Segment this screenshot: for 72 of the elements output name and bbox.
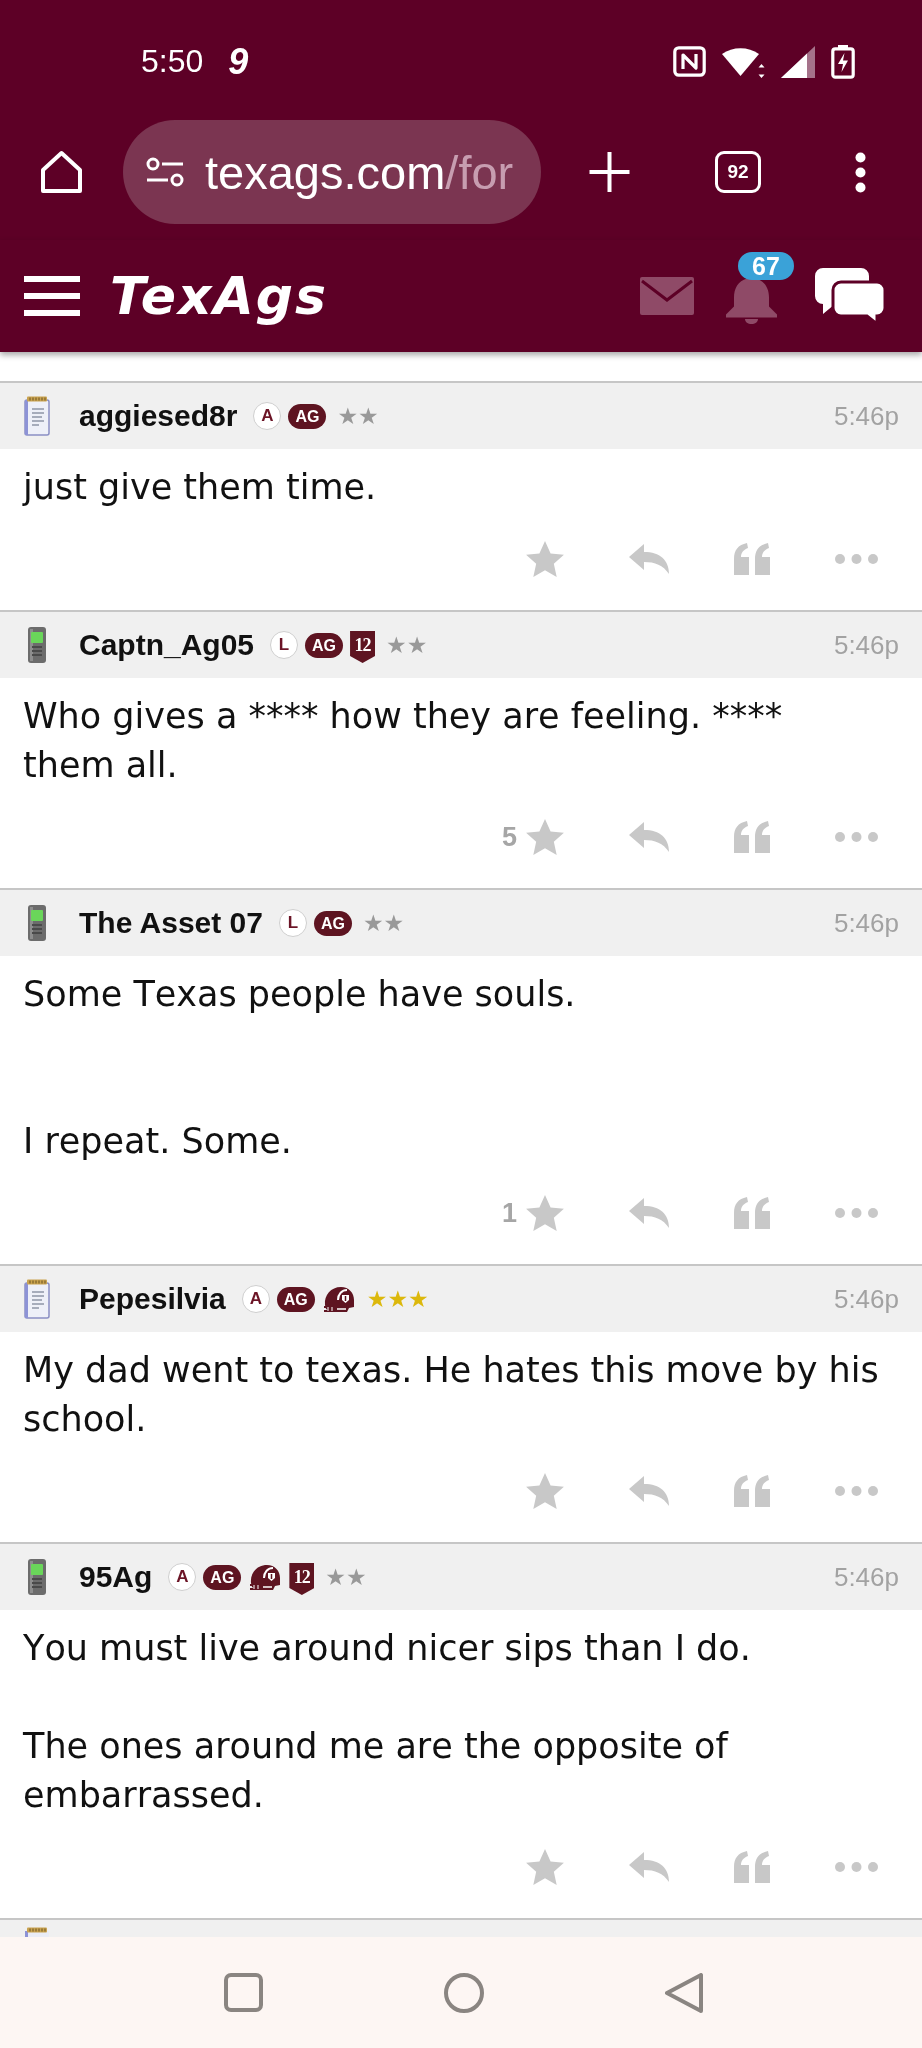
quote-icon[interactable]: [734, 1851, 770, 1883]
username[interactable]: aggiesed8r: [79, 399, 238, 433]
plus-icon[interactable]: [588, 152, 631, 192]
star-icon[interactable]: [526, 541, 564, 577]
more-icon[interactable]: [853, 151, 868, 193]
rank-stars: ★★: [325, 1565, 367, 1589]
post-time: 5:46p: [833, 1283, 899, 1315]
helmet-icon: [249, 1563, 282, 1591]
notification-glyph: 9: [228, 40, 249, 83]
post-time: 5:46p: [833, 1561, 899, 1593]
username[interactable]: Pepesilvia: [79, 1282, 226, 1316]
post-text: You must live around nicer sips than I do. The ones around me are the opposite of embarrassed.: [23, 1627, 752, 1817]
letter-badge: A: [253, 402, 282, 430]
helmet-icon: [322, 1285, 355, 1313]
letter-badge: L: [270, 631, 299, 659]
shield-badge: 12: [289, 1563, 315, 1595]
address-bar[interactable]: texags.com/for: [123, 120, 541, 224]
tab-count-button[interactable]: 92: [715, 151, 761, 193]
quote-icon[interactable]: [734, 821, 770, 853]
quote-icon[interactable]: [734, 1197, 770, 1229]
text-badge: AG: [203, 1564, 242, 1590]
nfc-icon: [673, 46, 706, 77]
quote-icon[interactable]: [734, 543, 770, 575]
back-icon[interactable]: [664, 1972, 703, 2013]
shield-badge: 12: [350, 631, 376, 663]
circle-icon[interactable]: [443, 1972, 484, 2013]
mail-icon[interactable]: [640, 277, 694, 315]
reply-icon[interactable]: [629, 544, 669, 574]
letter-badge: L: [279, 909, 307, 937]
text-badge: AG: [276, 1286, 315, 1312]
status-time: 5:50: [141, 43, 204, 80]
letter-badge: A: [168, 1563, 197, 1591]
rank-stars: ★★: [363, 911, 405, 935]
quote-icon[interactable]: [734, 1475, 770, 1507]
post-text: Who gives a **** how they are feeling. **** them all.: [23, 695, 784, 787]
username[interactable]: Captn_Ag05: [79, 628, 255, 662]
letter-badge: A: [241, 1285, 270, 1313]
post-time: 5:46p: [833, 629, 899, 661]
notepad-icon: [22, 1279, 52, 1319]
star-icon[interactable]: [526, 1473, 564, 1509]
reply-icon[interactable]: [629, 822, 669, 852]
reply-icon[interactable]: [629, 1198, 669, 1228]
star-icon[interactable]: [526, 1195, 564, 1231]
text-badge: AG: [288, 403, 327, 429]
post-time: 5:46p: [833, 400, 899, 432]
text-badge: AG: [314, 910, 352, 936]
notepad-icon: [22, 396, 52, 436]
battery-icon: [831, 44, 855, 79]
username[interactable]: 95Ag: [79, 1560, 153, 1594]
tune-icon[interactable]: [146, 157, 184, 187]
reply-icon[interactable]: [629, 1476, 669, 1506]
post-text: just give them time.: [23, 466, 378, 509]
star-icon[interactable]: [526, 1849, 564, 1885]
rank-stars: ★★★: [366, 1287, 429, 1311]
rank-stars: ★★: [337, 404, 379, 428]
phone-icon: [27, 627, 47, 663]
star-icon[interactable]: [526, 819, 564, 855]
signal-icon: [781, 45, 815, 78]
post-time: 5:46p: [833, 907, 899, 939]
square-icon[interactable]: [223, 1973, 263, 2012]
home-icon[interactable]: [38, 150, 85, 194]
rank-stars: ★★: [386, 633, 428, 657]
post-text: My dad went to texas. He hates this move by his school.: [23, 1349, 880, 1441]
menu-icon[interactable]: [24, 275, 80, 317]
phone-icon: [27, 1559, 47, 1595]
reply-icon[interactable]: [629, 1852, 669, 1882]
username[interactable]: The Asset 07: [79, 906, 263, 940]
wifi-icon: [722, 45, 765, 78]
post-text: Some Texas people have souls. I repeat. Some.: [23, 973, 577, 1163]
text-badge: AG: [305, 632, 344, 658]
phone-icon: [27, 905, 47, 941]
notification-count: 67: [738, 252, 794, 280]
